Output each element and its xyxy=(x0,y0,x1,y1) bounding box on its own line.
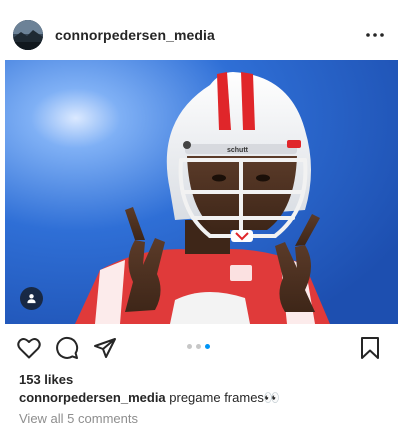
instagram-post: connorpedersen_media schutt 153 likes co… xyxy=(0,0,403,431)
likes-count[interactable]: 153 likes xyxy=(19,372,73,387)
post-photo[interactable]: schutt xyxy=(5,60,398,324)
view-comments-link[interactable]: View all 5 comments xyxy=(19,411,138,426)
comment-icon[interactable] xyxy=(54,335,80,361)
svg-text:schutt: schutt xyxy=(227,147,249,154)
caption-text: pregame frames👀 xyxy=(165,390,281,405)
send-icon[interactable] xyxy=(92,335,118,361)
bookmark-icon[interactable] xyxy=(357,335,383,361)
carousel-indicator xyxy=(187,344,210,349)
post-header: connorpedersen_media xyxy=(0,0,403,60)
carousel-dot-active[interactable] xyxy=(205,344,210,349)
carousel-dot[interactable] xyxy=(187,344,192,349)
post-photo-image: schutt xyxy=(5,60,398,324)
caption-username[interactable]: connorpedersen_media xyxy=(19,390,166,405)
post-username[interactable]: connorpedersen_media xyxy=(55,27,215,43)
post-actions xyxy=(0,330,403,366)
avatar-image xyxy=(13,20,43,50)
heart-icon[interactable] xyxy=(16,335,42,361)
user-tag-icon[interactable] xyxy=(20,287,43,310)
avatar[interactable] xyxy=(13,20,43,50)
post-caption: connorpedersen_media pregame frames👀 xyxy=(19,390,280,406)
carousel-dot[interactable] xyxy=(196,344,201,349)
more-options-icon[interactable] xyxy=(361,24,389,46)
